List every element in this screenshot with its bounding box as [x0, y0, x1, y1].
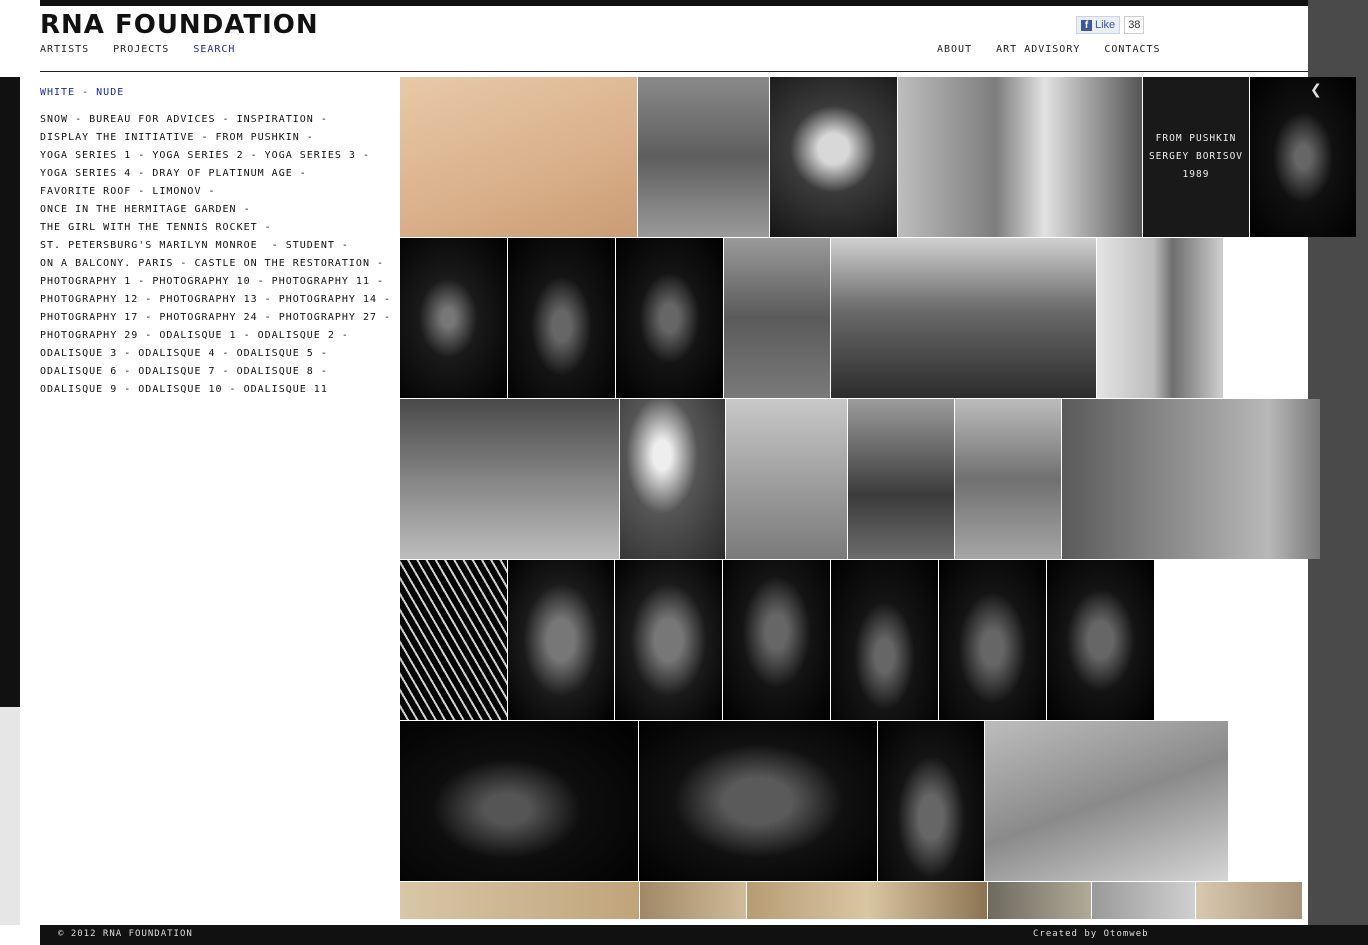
- header-divider: [40, 71, 1308, 72]
- secondary-nav: ABOUT ART ADVISORY CONTACTS: [937, 44, 1185, 55]
- gallery-thumbnail[interactable]: [616, 238, 723, 398]
- footer-copyright: © 2012 RNA FOUNDATION: [58, 929, 193, 939]
- gallery-thumbnail[interactable]: [400, 77, 637, 237]
- gallery-thumbnail[interactable]: [400, 238, 507, 398]
- facebook-like-count: 38: [1124, 16, 1145, 34]
- gallery-thumbnail[interactable]: [726, 399, 847, 559]
- gallery-thumbnail[interactable]: [848, 399, 954, 559]
- gallery-thumbnail[interactable]: [639, 721, 877, 881]
- gallery-thumbnail[interactable]: [955, 399, 1061, 559]
- gallery-thumbnail[interactable]: [747, 882, 987, 919]
- facebook-icon: f: [1081, 19, 1092, 31]
- gallery-thumbnail[interactable]: [640, 882, 746, 919]
- gallery-thumbnail[interactable]: [1196, 882, 1302, 919]
- site-logo[interactable]: RNA FOUNDATION: [40, 10, 319, 40]
- nav-projects[interactable]: PROJECTS: [113, 44, 169, 55]
- gallery-thumbnail[interactable]: [638, 77, 769, 237]
- gallery-thumbnail[interactable]: [615, 560, 722, 720]
- caption-author: SERGEY BORISOV: [1148, 151, 1244, 162]
- facebook-like-button[interactable]: f Like: [1076, 16, 1121, 34]
- gallery-thumbnail[interactable]: [985, 721, 1228, 881]
- gallery-thumbnail[interactable]: [723, 560, 830, 720]
- gallery-thumbnail[interactable]: [400, 399, 619, 559]
- left-side-strip-light: [0, 707, 20, 925]
- top-bar: [40, 0, 1308, 6]
- gallery-thumbnail[interactable]: [988, 882, 1091, 919]
- gallery-thumbnail[interactable]: [508, 560, 614, 720]
- main-nav: ARTISTS PROJECTS SEARCH: [40, 44, 259, 55]
- nav-art-advisory[interactable]: ART ADVISORY: [996, 44, 1080, 55]
- gallery-thumbnail[interactable]: [878, 721, 984, 881]
- nav-search[interactable]: SEARCH: [193, 44, 235, 55]
- facebook-like-label: Like: [1095, 19, 1116, 31]
- gallery-thumbnail[interactable]: [508, 238, 615, 398]
- footer: © 2012 RNA FOUNDATION Created by Otomweb: [40, 925, 1368, 945]
- project-list[interactable]: SNOW - BUREAU FOR ADVICES - INSPIRATION …: [40, 111, 390, 399]
- gallery-thumbnail[interactable]: [400, 560, 507, 720]
- gallery-thumbnail[interactable]: [770, 77, 897, 237]
- footer-credit-link[interactable]: Created by Otomweb: [1033, 929, 1149, 939]
- nav-about[interactable]: ABOUT: [937, 44, 972, 55]
- gallery-thumbnail[interactable]: [400, 721, 638, 881]
- left-side-strip: [0, 77, 20, 707]
- gallery-thumbnail[interactable]: [1047, 560, 1154, 720]
- hover-caption[interactable]: FROM PUSHKIN SERGEY BORISOV 1989: [1143, 77, 1249, 237]
- gallery-thumbnail[interactable]: [831, 238, 1096, 398]
- gallery-thumbnail[interactable]: [831, 560, 938, 720]
- chevron-left-icon[interactable]: ❮: [1310, 82, 1322, 98]
- gallery-thumbnail[interactable]: [724, 238, 830, 398]
- gallery-thumbnail[interactable]: [1062, 399, 1320, 559]
- facebook-like-widget: f Like 38: [1076, 16, 1145, 34]
- gallery-thumbnail[interactable]: [898, 77, 1142, 237]
- gallery-thumbnail[interactable]: [1092, 882, 1195, 919]
- caption-title: FROM PUSHKIN: [1155, 133, 1237, 144]
- gallery-thumbnail[interactable]: [620, 399, 725, 559]
- gallery-thumbnail[interactable]: [1250, 77, 1356, 237]
- nav-artists[interactable]: ARTISTS: [40, 44, 89, 55]
- gallery-thumbnail[interactable]: [400, 882, 639, 919]
- gallery-thumbnail[interactable]: [1097, 238, 1223, 398]
- caption-year: 1989: [1182, 169, 1210, 180]
- breadcrumb[interactable]: WHITE - NUDE: [40, 87, 124, 98]
- nav-contacts[interactable]: CONTACTS: [1104, 44, 1160, 55]
- gallery-thumbnail[interactable]: [939, 560, 1046, 720]
